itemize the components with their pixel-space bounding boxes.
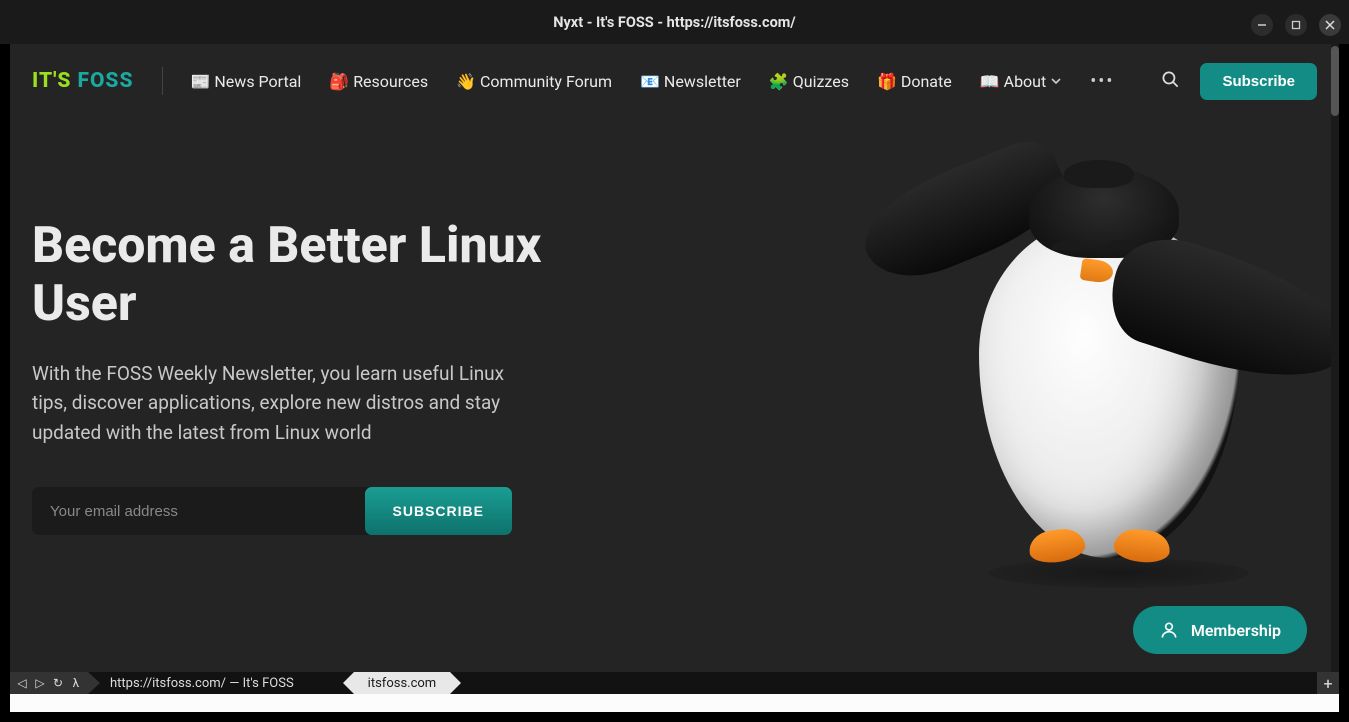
nav-resources[interactable]: 🎒 Resources bbox=[329, 72, 428, 91]
chevron-down-icon bbox=[1050, 75, 1062, 87]
window-close-button[interactable] bbox=[1319, 14, 1341, 36]
browser-statusbar: ◁ ▷ ↻ λ https://itsfoss.com/ — It's FOSS… bbox=[10, 672, 1339, 694]
nav-reload-button[interactable]: ↻ bbox=[50, 676, 66, 690]
membership-label: Membership bbox=[1191, 621, 1281, 640]
hero-left: Become a Better Linux User With the FOSS… bbox=[32, 188, 572, 535]
page-scrollbar[interactable] bbox=[1331, 44, 1339, 672]
hero-title: Become a Better Linux User bbox=[32, 218, 572, 333]
statusbar-new-tab-button[interactable]: + bbox=[1317, 672, 1339, 694]
statusbar-arrow bbox=[88, 672, 100, 694]
statusbar-tab-label: itsfoss.com bbox=[368, 676, 437, 691]
site-logo[interactable]: IT'S FOSS bbox=[32, 69, 134, 93]
logo-foss: FOSS bbox=[77, 69, 133, 93]
email-form: SUBSCRIBE bbox=[32, 487, 512, 535]
hero-image-penguin bbox=[799, 88, 1299, 608]
nav-back-button[interactable]: ◁ bbox=[14, 676, 30, 690]
email-input[interactable] bbox=[32, 487, 369, 535]
window-controls bbox=[1251, 14, 1341, 36]
statusbar-url[interactable]: https://itsfoss.com/ — It's FOSS bbox=[100, 676, 304, 691]
window-minimize-button[interactable] bbox=[1251, 14, 1273, 36]
email-subscribe-button[interactable]: SUBSCRIBE bbox=[365, 487, 512, 535]
hero-section: Become a Better Linux User With the FOSS… bbox=[10, 118, 1339, 535]
nav-newsletter[interactable]: 📧 Newsletter bbox=[640, 72, 741, 91]
window-title: Nyxt - It's FOSS - https://itsfoss.com/ bbox=[553, 14, 795, 31]
nav-forward-button[interactable]: ▷ bbox=[32, 676, 48, 690]
scrollbar-thumb[interactable] bbox=[1331, 46, 1339, 116]
minibuffer[interactable] bbox=[10, 694, 1339, 712]
nav-news-portal[interactable]: 📰 News Portal bbox=[191, 72, 302, 91]
nav-lambda-button[interactable]: λ bbox=[68, 676, 84, 690]
logo-its: IT'S bbox=[32, 69, 71, 93]
person-icon bbox=[1159, 620, 1179, 640]
statusbar-controls: ◁ ▷ ↻ λ bbox=[10, 672, 88, 694]
window-maximize-button[interactable] bbox=[1285, 14, 1307, 36]
window-titlebar: Nyxt - It's FOSS - https://itsfoss.com/ bbox=[0, 0, 1349, 44]
page-viewport: IT'S FOSS 📰 News Portal 🎒 Resources 👋 Co… bbox=[10, 44, 1339, 672]
membership-button[interactable]: Membership bbox=[1133, 606, 1307, 654]
nav-community-forum[interactable]: 👋 Community Forum bbox=[456, 72, 612, 91]
hero-description: With the FOSS Weekly Newsletter, you lea… bbox=[32, 359, 512, 447]
nav-separator bbox=[162, 67, 163, 95]
statusbar-tab[interactable]: itsfoss.com bbox=[354, 672, 451, 694]
